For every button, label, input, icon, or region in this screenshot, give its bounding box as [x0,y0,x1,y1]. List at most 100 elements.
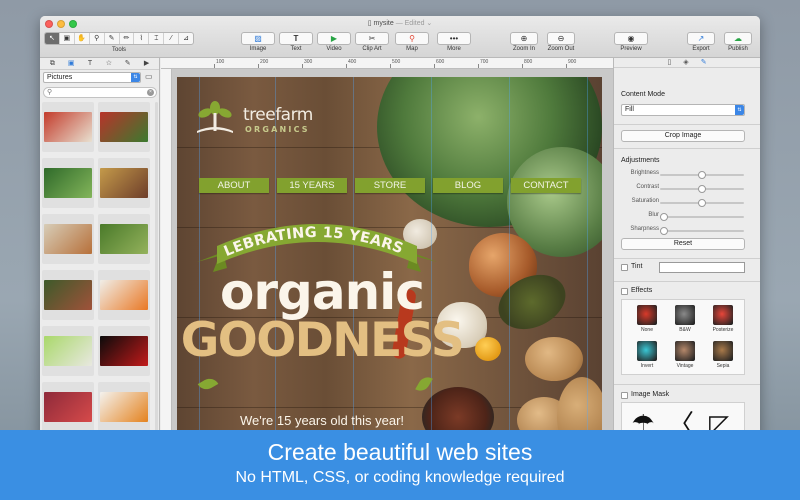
clipart-icon: ✂ [355,32,389,45]
slider-track[interactable] [660,213,744,221]
red-peppers-photo [100,336,148,366]
hand-tool[interactable]: ✋ [75,33,90,44]
thumbnail-cucumbers[interactable] [42,158,94,208]
slider-knob[interactable] [660,213,668,221]
zoom-out-button[interactable]: ⊖ Zoom Out [542,32,580,58]
site-logo[interactable]: treefarm ORGANICS [195,97,325,141]
image-tab[interactable]: ▣ [64,58,78,69]
ruler-label: 800 [524,59,533,65]
headline-goodness[interactable]: GOODNESS [177,315,467,367]
clipart-button[interactable]: ✂ Clip Art [354,32,390,58]
effect-posterize[interactable]: Posterize [708,305,738,333]
slider-knob[interactable] [698,185,706,193]
effect-none[interactable]: None [632,305,662,333]
effect-sepia[interactable]: Sepia [708,341,738,369]
slider-track[interactable] [660,199,744,207]
thumbnail-green-peas[interactable] [98,214,150,264]
headline-organic[interactable]: organic [177,267,467,317]
pen-tab-icon[interactable]: ✎ [701,58,707,67]
crop-image-button[interactable]: Crop Image [621,130,745,142]
folder-icon[interactable]: ▭ [145,72,153,81]
zoom-icon: ⚲ [94,35,100,42]
pen-icon: ✎ [108,35,115,42]
subline-text[interactable]: We're 15 years old this year! [177,413,467,428]
slider-knob[interactable] [698,171,706,179]
red-onions-photo [44,392,92,422]
potato-photo [525,337,583,381]
nav-15-years[interactable]: 15 YEARS [277,178,347,193]
crop-tool[interactable]: ⊿ [179,33,193,44]
pointer-tool[interactable]: ↖ [45,33,60,44]
wand-tool[interactable]: ⁄ [164,33,180,44]
clear-search-icon[interactable]: × [147,89,154,96]
effect-invert[interactable]: Invert [632,341,662,369]
slider-track[interactable] [660,227,744,235]
eye-icon: ◉ [614,32,648,45]
layers-tab-icon[interactable]: ◈ [683,58,688,67]
slider-track[interactable] [660,185,744,193]
nav-blog[interactable]: BLOG [433,178,503,193]
publish-button[interactable]: ☁ Publish [720,32,756,58]
effect-preview [637,305,657,325]
more-button-label: More [447,46,461,52]
tools-label-text: Tools [111,47,126,53]
image-mask-checkbox[interactable] [621,392,628,399]
pencil-tool[interactable]: ✏ [120,33,135,44]
thumbnail-vegetable-mix[interactable] [98,158,150,208]
zoom-in-button[interactable]: ⊕ Zoom In [506,32,542,58]
tint-color-well[interactable] [659,262,745,273]
edited-status[interactable]: — Edited ⌄ [396,20,433,27]
brush-tool[interactable]: ⌇ [134,33,150,44]
zoom-tool[interactable]: ⚲ [90,33,105,44]
ruler-label: 300 [304,59,313,65]
effect-label: Sepia [716,363,730,369]
pen-tool[interactable]: ✎ [105,33,120,44]
thumbnail-cabbage[interactable] [42,326,94,376]
clip-tab[interactable]: ✎ [121,58,135,69]
effects-checkbox[interactable] [621,288,628,295]
tint-checkbox[interactable] [621,264,628,271]
document-tab-icon[interactable]: ▯ [667,58,671,67]
effect-bw[interactable]: B&W [670,305,700,333]
thumbnail-red-peppers[interactable] [98,326,150,376]
video-tab[interactable]: ▶ [140,58,154,69]
preview-button[interactable]: ◉ Preview [613,32,649,58]
horizontal-ruler: 100 200 300 400 500 600 700 800 900 [161,58,613,69]
thumbnail-carrots[interactable] [98,270,150,320]
category-value: Pictures [47,74,73,81]
search-field[interactable]: ⚲ × [43,87,157,98]
thumbnail-tomatoes[interactable] [42,102,94,152]
nav-store[interactable]: STORE [355,178,425,193]
pages-tab[interactable]: ⧉ [45,58,59,69]
effect-label: Invert [640,363,654,369]
more-button[interactable]: ••• More [436,32,472,58]
slider-knob[interactable] [698,199,706,207]
reset-button[interactable]: Reset [621,238,745,250]
thumbnail-pepper-mix[interactable] [98,382,150,432]
slider-track[interactable] [660,171,744,179]
export-button[interactable]: ↗ Export [683,32,719,58]
text-button[interactable]: T Text [278,32,314,58]
slider-knob[interactable] [660,227,668,235]
text-cursor-tool[interactable]: ⌶ [149,33,165,44]
category-select[interactable]: Pictures ⇅ [43,72,141,83]
shapes-tab[interactable]: ☆ [102,58,116,69]
image-select-tool[interactable]: ▣ [60,33,75,44]
content-mode-select[interactable]: Fill ⇅ [621,104,745,116]
inspector-tabs: ▯ ◈ ✎ [614,58,760,68]
nav-about[interactable]: ABOUT [199,178,269,193]
thumbnail-vegetable-basket[interactable] [42,270,94,320]
effects-grid: None B&W Posterize Invert Vintage Sepia [621,299,745,375]
image-button[interactable]: ▨ Image [240,32,276,58]
thumbnail-pasta-dish[interactable] [42,214,94,264]
nav-contact[interactable]: CONTACT [511,178,581,193]
chevron-updown-icon: ⇅ [735,105,744,115]
text-tab[interactable]: T [83,58,97,69]
effect-vintage[interactable]: Vintage [670,341,700,369]
thumbnail-red-onions[interactable] [42,382,94,432]
window-title: ▯ mysite — Edited ⌄ [40,19,760,27]
video-button[interactable]: ▶ Video [316,32,352,58]
thumbnail-strawberries[interactable] [98,102,150,152]
map-button[interactable]: ⚲ Map [394,32,430,58]
video-icon: ▶ [143,60,150,67]
